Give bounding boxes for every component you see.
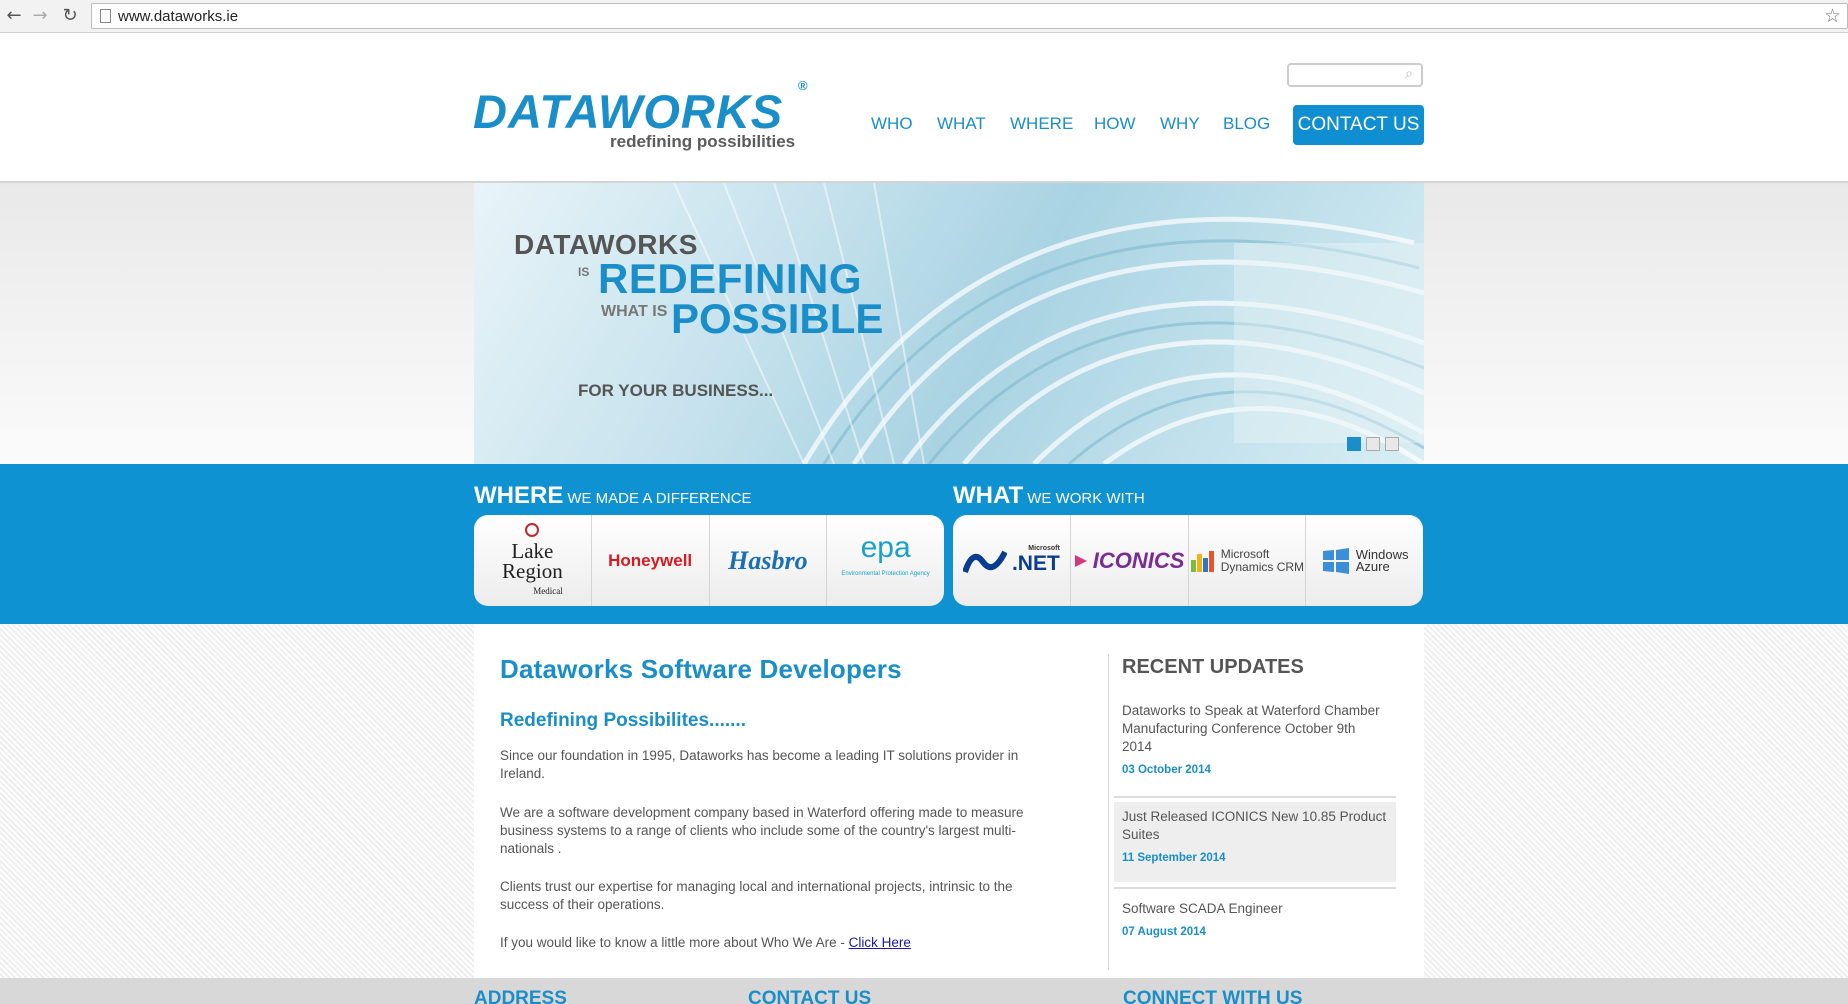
dynamics-crm-logo[interactable]: Microsoft Dynamics CRM xyxy=(1189,515,1307,606)
azure-line2: Azure xyxy=(1355,558,1390,574)
nav-why[interactable]: WHY xyxy=(1160,114,1200,134)
windows-azure-logo[interactable]: Windows Azure xyxy=(1306,515,1423,606)
reload-icon[interactable]: ↻ xyxy=(58,4,82,28)
hasbro-logo[interactable]: Hasbro xyxy=(710,515,828,606)
dotnet-logo[interactable]: Microsoft .NET xyxy=(953,515,1071,606)
footer-connect-heading: CONNECT WITH US xyxy=(1123,988,1303,1004)
update-date: 11 September 2014 xyxy=(1122,852,1226,864)
hero-heading-possible: POSSIBLE xyxy=(671,295,884,342)
hasbro-text: Hasbro xyxy=(728,545,808,575)
page-subtitle: Redefining Possibilites....... xyxy=(500,710,746,731)
slider-dot-1[interactable] xyxy=(1347,437,1361,451)
recent-updates-heading: RECENT UPDATES xyxy=(1122,656,1304,678)
what-heading-small: WE WORK WITH xyxy=(1027,490,1145,507)
nav-how[interactable]: HOW xyxy=(1094,114,1136,134)
site-header: DATAWORKS ® redefining possibilities ⌕ W… xyxy=(0,34,1848,183)
nav-blog[interactable]: BLOG xyxy=(1223,114,1270,134)
iconics-text: ICONICS xyxy=(1092,547,1185,573)
slider-dot-3[interactable] xyxy=(1385,437,1399,451)
intro-paragraph-3: Clients trust our expertise for managing… xyxy=(500,879,1013,912)
what-heading: WHAT WE WORK WITH xyxy=(953,482,1145,510)
epa-logo[interactable]: epa Environmental Protection Agency xyxy=(827,515,944,606)
lake-region-line2: Region xyxy=(502,558,563,583)
update-separator xyxy=(1114,796,1396,798)
update-item[interactable]: Software SCADA Engineer 07 August 2014 xyxy=(1114,894,1396,944)
update-title: Software SCADA Engineer xyxy=(1122,901,1283,916)
where-heading-small: WE MADE A DIFFERENCE xyxy=(567,490,752,507)
honeywell-logo[interactable]: Honeywell xyxy=(592,515,710,606)
click-here-link[interactable]: Click Here xyxy=(849,935,911,950)
update-title: Just Released ICONICS New 10.85 Product … xyxy=(1122,809,1387,842)
page-icon xyxy=(100,9,111,23)
hero-banner[interactable]: DATAWORKS IS REDEFINING WHAT IS POSSIBLE… xyxy=(474,183,1424,464)
registered-mark: ® xyxy=(798,78,808,93)
intro-paragraph-2: We are a software development company ba… xyxy=(500,805,1024,856)
hero-for-your-business: FOR YOUR BUSINESS... xyxy=(578,381,774,400)
search-input[interactable]: ⌕ xyxy=(1287,63,1423,87)
page-title: Dataworks Software Developers xyxy=(500,654,902,684)
intro-paragraph-1: Since our foundation in 1995, Dataworks … xyxy=(500,748,1019,781)
footer-address-heading: ADDRESS xyxy=(474,988,567,1004)
update-date: 07 August 2014 xyxy=(1122,926,1206,938)
update-item[interactable]: Dataworks to Speak at Waterford Chamber … xyxy=(1114,696,1396,782)
iconics-triangle-icon xyxy=(1074,554,1087,567)
what-heading-big: WHAT xyxy=(953,482,1024,509)
nav-what[interactable]: WHAT xyxy=(937,114,986,134)
logo-tagline: redefining possibilities xyxy=(610,132,796,151)
who-we-are-text: If you would like to know a little more … xyxy=(500,935,849,950)
honeywell-text: Honeywell xyxy=(608,550,693,570)
footer-contact-heading: CONTACT US xyxy=(748,988,872,1004)
clients-strip: WHERE WE MADE A DIFFERENCE WHAT WE WORK WI… xyxy=(0,464,1848,624)
epa-subtext: Environmental Protection Agency xyxy=(841,570,930,577)
contact-us-button[interactable]: CONTACT US xyxy=(1293,105,1424,145)
browser-toolbar: ← → ↻ www.dataworks.ie ☆ xyxy=(0,0,1848,33)
address-bar[interactable]: www.dataworks.ie ☆ xyxy=(91,3,1848,29)
slider-dot-2[interactable] xyxy=(1366,437,1380,451)
update-date: 03 October 2014 xyxy=(1122,764,1211,776)
windows-flag-icon xyxy=(1322,547,1349,574)
dataworks-logo[interactable]: DATAWORKS ® redefining possibilities xyxy=(473,78,813,184)
client-logos-panel: Lake Region Medical Honeywell Hasbro epa… xyxy=(474,515,944,606)
column-divider xyxy=(1108,654,1109,970)
update-item[interactable]: Just Released ICONICS New 10.85 Product … xyxy=(1114,802,1396,882)
dotnet-text: .NET xyxy=(1011,552,1060,575)
nav-where[interactable]: WHERE xyxy=(1010,114,1073,134)
logo-wordmark: DATAWORKS xyxy=(473,85,784,138)
technology-logos-panel: Microsoft .NET ICONICS Microsoft Dynamic… xyxy=(953,515,1423,606)
epa-text: epa xyxy=(860,530,911,564)
dynamics-crm-icon xyxy=(1190,550,1214,572)
dotnet-wave-icon xyxy=(962,550,1007,573)
back-arrow-icon[interactable]: ← xyxy=(2,4,26,28)
bookmark-star-icon[interactable]: ☆ xyxy=(1824,5,1841,27)
crm-line2: Dynamics CRM xyxy=(1220,559,1305,574)
hero-is-text: IS xyxy=(578,265,590,279)
main-content: Dataworks Software Developers Redefining… xyxy=(474,624,1424,978)
where-heading-big: WHERE xyxy=(474,482,564,509)
where-heading: WHERE WE MADE A DIFFERENCE xyxy=(474,482,752,510)
site-footer: ADDRESS CONTACT US CONNECT WITH US xyxy=(0,978,1848,1004)
iconics-logo[interactable]: ICONICS xyxy=(1071,515,1189,606)
slider-dots xyxy=(1347,437,1404,456)
update-title: Dataworks to Speak at Waterford Chamber … xyxy=(1122,703,1380,754)
forward-arrow-icon[interactable]: → xyxy=(28,4,52,28)
lake-region-sub: Medical xyxy=(533,585,563,596)
nav-who[interactable]: WHO xyxy=(871,114,913,134)
crm-line1: Microsoft xyxy=(1220,546,1270,561)
lake-region-mark-icon xyxy=(525,522,540,537)
dotnet-microsoft-text: Microsoft xyxy=(1028,545,1060,552)
update-separator xyxy=(1114,887,1396,889)
search-icon[interactable]: ⌕ xyxy=(1405,66,1413,82)
url-text: www.dataworks.ie xyxy=(118,8,239,25)
hero-tunnel-graphic xyxy=(673,183,1424,464)
lake-region-logo[interactable]: Lake Region Medical xyxy=(474,515,592,606)
hero-what-is-text: WHAT IS xyxy=(601,303,668,320)
intro-paragraph-4: If you would like to know a little more … xyxy=(500,934,1060,952)
